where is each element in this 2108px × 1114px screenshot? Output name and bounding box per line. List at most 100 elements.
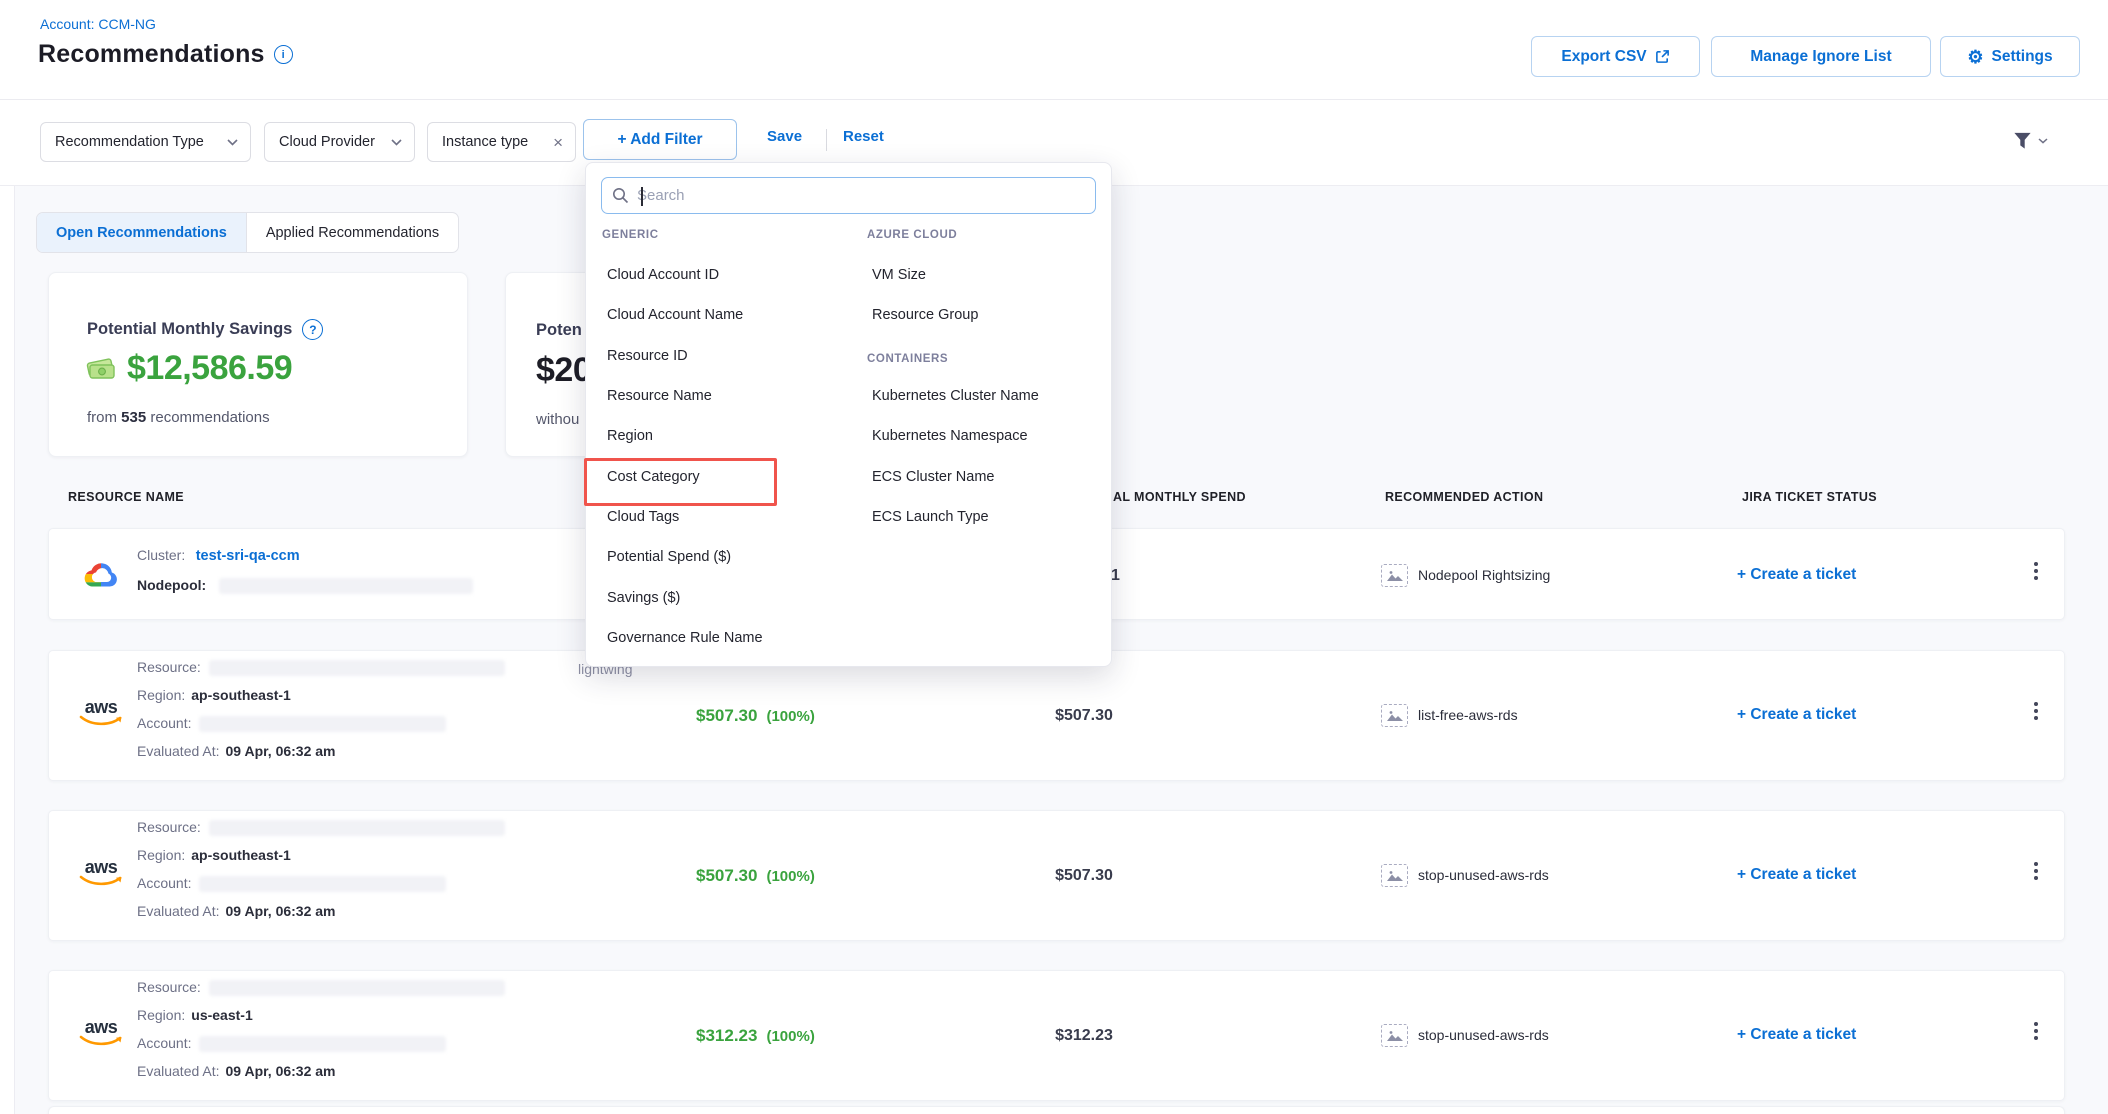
recommended-action-value: stop-unused-aws-rds [1418, 867, 1549, 883]
create-ticket-link[interactable]: + Create a ticket [1737, 706, 1856, 724]
redacted-resource-value [209, 820, 505, 836]
chevron-down-icon [391, 139, 402, 146]
filter-option-savings[interactable]: Savings ($) [607, 590, 680, 606]
create-ticket-link[interactable]: + Create a ticket [1737, 1026, 1856, 1044]
savings-amount: $12,586.59 [127, 349, 292, 388]
cluster-name-link[interactable]: test-sri-qa-ccm [196, 548, 300, 564]
potential-monthly-savings-card: Potential Monthly Savings ? $12,586.59 f… [48, 272, 468, 457]
row-menu-kebab-icon[interactable] [2027, 1022, 2045, 1040]
evaluated-at-label: Evaluated At: [137, 903, 220, 919]
savings-percent: (100%) [766, 708, 814, 725]
row-menu-kebab-icon[interactable] [2027, 862, 2045, 880]
monthly-spend-value: $507.30 [1004, 867, 1164, 885]
resource-label: Resource: [137, 819, 201, 835]
create-ticket-link[interactable]: + Create a ticket [1737, 566, 1856, 584]
row-menu-kebab-icon[interactable] [2027, 562, 2045, 580]
page-title-row: Recommendations i [38, 40, 293, 69]
external-link-icon [1655, 49, 1670, 64]
redacted-resource-value [209, 660, 505, 676]
evaluated-at-value: 09 Apr, 06:32 am [226, 743, 336, 759]
image-placeholder-icon [1381, 1024, 1408, 1047]
resource-label: Resource: [137, 659, 201, 675]
filter-option-ecs-cluster-name[interactable]: ECS Cluster Name [872, 469, 994, 485]
filter-option-kubernetes-cluster-name[interactable]: Kubernetes Cluster Name [872, 388, 1039, 404]
filter-option-region[interactable]: Region [607, 428, 653, 444]
redacted-account-value [199, 716, 446, 732]
evaluated-at-value: 09 Apr, 06:32 am [226, 1063, 336, 1079]
search-input[interactable] [637, 187, 1085, 204]
table-row[interactable]: aws Resource: Region:us-east-1 Account: … [48, 970, 2065, 1101]
recommended-action-value: stop-unused-aws-rds [1418, 1027, 1549, 1043]
tab-open-recommendations[interactable]: Open Recommendations [37, 213, 246, 252]
close-icon[interactable]: × [553, 134, 563, 151]
table-row[interactable]: aws Resource: Region:ap-southeast-1 Acco… [48, 810, 2065, 941]
tab-applied-recommendations[interactable]: Applied Recommendations [246, 213, 458, 252]
filter-option-resource-group[interactable]: Resource Group [872, 307, 978, 323]
recommended-action-value: list-free-aws-rds [1418, 707, 1518, 723]
settings-button[interactable]: ⚙ Settings [1940, 36, 2080, 77]
image-placeholder-icon [1381, 704, 1408, 727]
chip-label: Instance type [442, 134, 528, 150]
table-row[interactable]: aws Resource: Region:ap-southeast-1 Acco… [48, 650, 2065, 781]
savings-sub-recs: recommendations [150, 409, 269, 426]
redacted-account-value [199, 1036, 446, 1052]
reset-filter-button[interactable]: Reset [843, 128, 884, 145]
filter-option-potential-spend[interactable]: Potential Spend ($) [607, 549, 731, 565]
column-header-resource-name: RESOURCE NAME [68, 490, 184, 504]
manage-ignore-list-button[interactable]: Manage Ignore List [1711, 36, 1931, 77]
gcp-icon [81, 556, 121, 592]
breadcrumb[interactable]: Account: CCM-NG [40, 16, 156, 32]
savings-count: 535 [121, 409, 146, 426]
section-header-generic: GENERIC [602, 229, 659, 241]
filter-option-resource-name[interactable]: Resource Name [607, 388, 712, 404]
spend-card-amount-partial: $20 [536, 351, 591, 390]
filter-option-vm-size[interactable]: VM Size [872, 267, 926, 283]
filter-option-kubernetes-namespace[interactable]: Kubernetes Namespace [872, 428, 1028, 444]
aws-icon: aws [77, 1019, 125, 1047]
section-header-azure-cloud: AZURE CLOUD [867, 229, 957, 241]
help-icon[interactable]: ? [302, 319, 323, 340]
filter-option-cloud-account-id[interactable]: Cloud Account ID [607, 267, 719, 283]
aws-icon: aws [77, 699, 125, 727]
cluster-label: Cluster: [137, 547, 185, 563]
account-label: Account: [137, 875, 191, 891]
image-placeholder-icon [1381, 864, 1408, 887]
filter-option-cost-category[interactable]: Cost Category [607, 469, 700, 485]
info-icon[interactable]: i [274, 45, 293, 64]
filter-option-cloud-account-name[interactable]: Cloud Account Name [607, 307, 743, 323]
add-filter-button[interactable]: + Add Filter [583, 119, 737, 160]
table-row[interactable] [48, 1106, 2065, 1114]
savings-card-title: Potential Monthly Savings [87, 320, 292, 339]
filter-option-ecs-launch-type[interactable]: ECS Launch Type [872, 509, 989, 525]
aws-icon: aws [77, 859, 125, 887]
monthly-spend-value: $507.30 [1004, 707, 1164, 725]
save-filter-button[interactable]: Save [767, 128, 802, 145]
export-csv-button[interactable]: Export CSV [1531, 36, 1700, 77]
monthly-spend-value: $312.23 [1004, 1027, 1164, 1045]
region-value: us-east-1 [191, 1007, 252, 1023]
evaluated-at-label: Evaluated At: [137, 743, 220, 759]
filter-option-cloud-tags[interactable]: Cloud Tags [607, 509, 679, 525]
save-reset-divider [826, 129, 827, 151]
filter-option-governance-rule-name[interactable]: Governance Rule Name [607, 630, 763, 646]
nodepool-line: Nodepool: [137, 577, 473, 595]
spend-card-title-partial: Poten [536, 321, 582, 340]
filter-panel-toggle[interactable] [2012, 131, 2048, 151]
export-csv-label: Export CSV [1561, 48, 1646, 66]
region-value: ap-southeast-1 [191, 687, 291, 703]
text-caret [641, 187, 643, 206]
filter-option-resource-id[interactable]: Resource ID [607, 348, 688, 364]
filter-chip-cloud-provider[interactable]: Cloud Provider [264, 122, 415, 162]
savings-percent: (100%) [766, 868, 814, 885]
redacted-account-value [199, 876, 446, 892]
settings-label: Settings [1991, 48, 2052, 66]
filter-chip-recommendation-type[interactable]: Recommendation Type [40, 122, 251, 162]
chevron-down-icon [227, 139, 238, 146]
dropdown-search[interactable] [601, 177, 1096, 214]
add-filter-dropdown: GENERIC Cloud Account ID Cloud Account N… [585, 162, 1112, 667]
create-ticket-link[interactable]: + Create a ticket [1737, 866, 1856, 884]
row-menu-kebab-icon[interactable] [2027, 702, 2045, 720]
filter-chip-instance-type[interactable]: Instance type × [427, 122, 576, 162]
recommendations-page: Account: CCM-NG Recommendations i Export… [0, 0, 2108, 1114]
monthly-savings-value: $507.30(100%) [696, 866, 815, 886]
